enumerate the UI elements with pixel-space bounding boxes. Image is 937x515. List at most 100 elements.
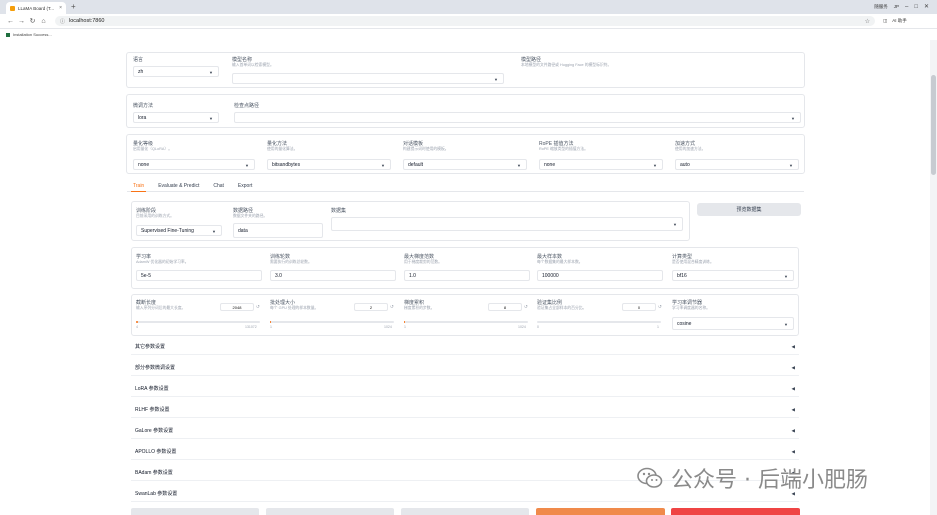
cutoff-slider-fill xyxy=(136,321,138,323)
accordion-label: 其它参数设置 xyxy=(135,344,166,350)
tab-evaluate[interactable]: Evaluate & Predict xyxy=(156,181,201,192)
dataset-select[interactable]: ▼ xyxy=(331,217,683,231)
epochs-label: 训练轮数 xyxy=(270,254,291,260)
dataset-dir-input[interactable]: data xyxy=(233,223,323,238)
batch-number-input[interactable]: 2 xyxy=(354,303,388,311)
accordion-freeze[interactable]: 部分参数微调设置 ◀ xyxy=(131,360,799,376)
stage-select[interactable]: Supervised Fine-Tuning ▼ xyxy=(136,225,222,236)
cutoff-slider[interactable] xyxy=(136,321,260,323)
lang-select[interactable]: zh ▼ xyxy=(133,66,219,77)
finetune-panel: 微调方法 lora ▼ 检查点路径 ▼ xyxy=(126,94,805,128)
model-name-select[interactable]: ▼ xyxy=(232,73,504,84)
bookmark-item[interactable]: Installation Success... xyxy=(13,32,52,37)
quant-bit-label: 量化等级 xyxy=(133,141,154,147)
model-path-info: 本地模型的文件路径或 Hugging Face 的模型标识符。 xyxy=(521,63,612,67)
quant-bit-select[interactable]: none ▼ xyxy=(133,159,255,170)
stage-label: 训练阶段 xyxy=(136,208,157,214)
tab-train[interactable]: Train xyxy=(131,181,147,192)
ckpt-select[interactable]: ▼ xyxy=(234,112,801,123)
caret-left-icon: ◀ xyxy=(791,428,795,433)
val-slider[interactable] xyxy=(537,321,661,323)
preview-dataset-button[interactable]: 预览数据集 xyxy=(697,203,801,216)
model-panel: 语言 zh ▼ 模型名称 输入首单词以检索模型。 ▼ 模型路径 本地模型的文件路… xyxy=(126,52,805,88)
back-icon[interactable]: ← xyxy=(5,18,16,25)
accordion-label: SwanLab 参数设置 xyxy=(135,491,178,497)
maximize-icon[interactable]: □ xyxy=(914,4,918,10)
accordion-extra[interactable]: 其它参数设置 ◀ xyxy=(131,339,799,355)
ai-assistant-label[interactable]: AI 助手 xyxy=(892,18,907,24)
epochs-input[interactable]: 3.0 xyxy=(270,270,396,281)
profile-label[interactable]: JP xyxy=(894,4,899,9)
grad-acc-slider-fill xyxy=(404,321,405,323)
accordion-apollo[interactable]: APOLLO 参数设置 ◀ xyxy=(131,444,799,460)
quant-method-select[interactable]: bitsandbytes ▼ xyxy=(267,159,391,170)
dataset-label: 数据集 xyxy=(331,208,347,214)
caret-left-icon: ◀ xyxy=(791,365,795,370)
chevron-down-icon: ▼ xyxy=(209,116,213,121)
scroll-thumb[interactable] xyxy=(931,75,936,175)
compute-type-select[interactable]: bf16 ▼ xyxy=(672,270,794,281)
minimize-icon[interactable]: – xyxy=(905,4,908,10)
page-scrollbar[interactable] xyxy=(930,40,937,515)
grad-norm-input[interactable]: 1.0 xyxy=(404,270,530,281)
compute-type-info: 是否使用混合精度训练。 xyxy=(672,260,714,264)
reload-icon[interactable]: ↻ xyxy=(27,17,38,25)
grad-acc-number-input[interactable]: 8 xyxy=(488,303,522,311)
accordion-lora[interactable]: LoRA 参数设置 ◀ xyxy=(131,381,799,397)
caret-left-icon: ◀ xyxy=(791,407,795,412)
action-button-2[interactable] xyxy=(266,508,394,515)
grad-acc-max: 1024 xyxy=(518,325,526,329)
cutoff-number-input[interactable]: 2048 xyxy=(220,303,254,311)
browser-tab-title: LLaMA Board (T... xyxy=(18,5,55,11)
close-window-icon[interactable]: ✕ xyxy=(924,3,929,10)
watermark-text: 公众号 · 后端小肥肠 xyxy=(671,468,868,493)
reset-icon[interactable]: ↺ xyxy=(390,304,394,310)
reset-icon[interactable]: ↺ xyxy=(524,304,528,310)
model-path-input[interactable] xyxy=(521,73,801,84)
chevron-down-icon: ▼ xyxy=(653,163,657,168)
booster-value: auto xyxy=(680,161,690,168)
cutoff-info: 输入序列分词后的最大长度。 xyxy=(136,306,186,310)
rope-select[interactable]: none ▼ xyxy=(539,159,663,170)
scheduler-select[interactable]: cosine ▼ xyxy=(672,317,794,330)
accordion-galore[interactable]: GaLore 参数设置 ◀ xyxy=(131,423,799,439)
watermark: 公众号 · 后端小肥肠 xyxy=(637,462,868,494)
reset-icon[interactable]: ↺ xyxy=(658,304,662,310)
tab-export[interactable]: Export xyxy=(236,181,254,192)
reset-icon[interactable]: ↺ xyxy=(256,304,260,310)
extensions-icon[interactable]: ◫ xyxy=(883,18,887,24)
site-info-icon[interactable]: ⓘ xyxy=(60,18,65,25)
lr-input[interactable]: 5e-5 xyxy=(136,270,262,281)
new-tab-button[interactable]: + xyxy=(71,2,76,12)
abort-button[interactable] xyxy=(671,508,800,515)
action-button-1[interactable] xyxy=(131,508,259,515)
close-icon[interactable]: × xyxy=(59,5,62,11)
wechat-icon xyxy=(637,467,663,488)
browser-tab[interactable]: LLaMA Board (T... × xyxy=(6,2,66,14)
status-label[interactable]: 随服务 xyxy=(874,4,888,10)
caret-left-icon: ◀ xyxy=(791,344,795,349)
home-icon[interactable]: ⌂ xyxy=(38,18,49,25)
finetune-select[interactable]: lora ▼ xyxy=(133,112,219,123)
browser-toolbar: ← → ↻ ⌂ ⓘ localhost:7860 ☆ ◫ AI 助手 xyxy=(0,14,937,29)
forward-icon[interactable]: → xyxy=(16,18,27,25)
action-button-3[interactable] xyxy=(401,508,529,515)
tab-chat[interactable]: Chat xyxy=(211,181,226,192)
bookmark-star-icon[interactable]: ☆ xyxy=(865,18,870,25)
accordion-label: BAdam 参数设置 xyxy=(135,470,173,476)
batch-max: 1024 xyxy=(384,325,392,329)
template-select[interactable]: default ▼ xyxy=(403,159,527,170)
max-samples-input[interactable]: 100000 xyxy=(537,270,663,281)
booster-select[interactable]: auto ▼ xyxy=(675,159,799,170)
batch-slider[interactable] xyxy=(270,321,394,323)
val-number-input[interactable]: 0 xyxy=(622,303,656,311)
url-text[interactable]: localhost:7860 xyxy=(69,18,861,24)
rope-value: none xyxy=(544,161,556,168)
start-button[interactable] xyxy=(536,508,665,515)
accordion-rlhf[interactable]: RLHF 参数设置 ◀ xyxy=(131,402,799,418)
grad-acc-slider[interactable] xyxy=(404,321,528,323)
rope-info: RoPE 缩放类型的插值方法。 xyxy=(539,147,588,151)
finetune-value: lora xyxy=(138,114,147,121)
batch-info: 每个 GPU 处理的样本数量。 xyxy=(270,306,319,310)
address-bar[interactable]: ⓘ localhost:7860 ☆ xyxy=(55,16,875,26)
